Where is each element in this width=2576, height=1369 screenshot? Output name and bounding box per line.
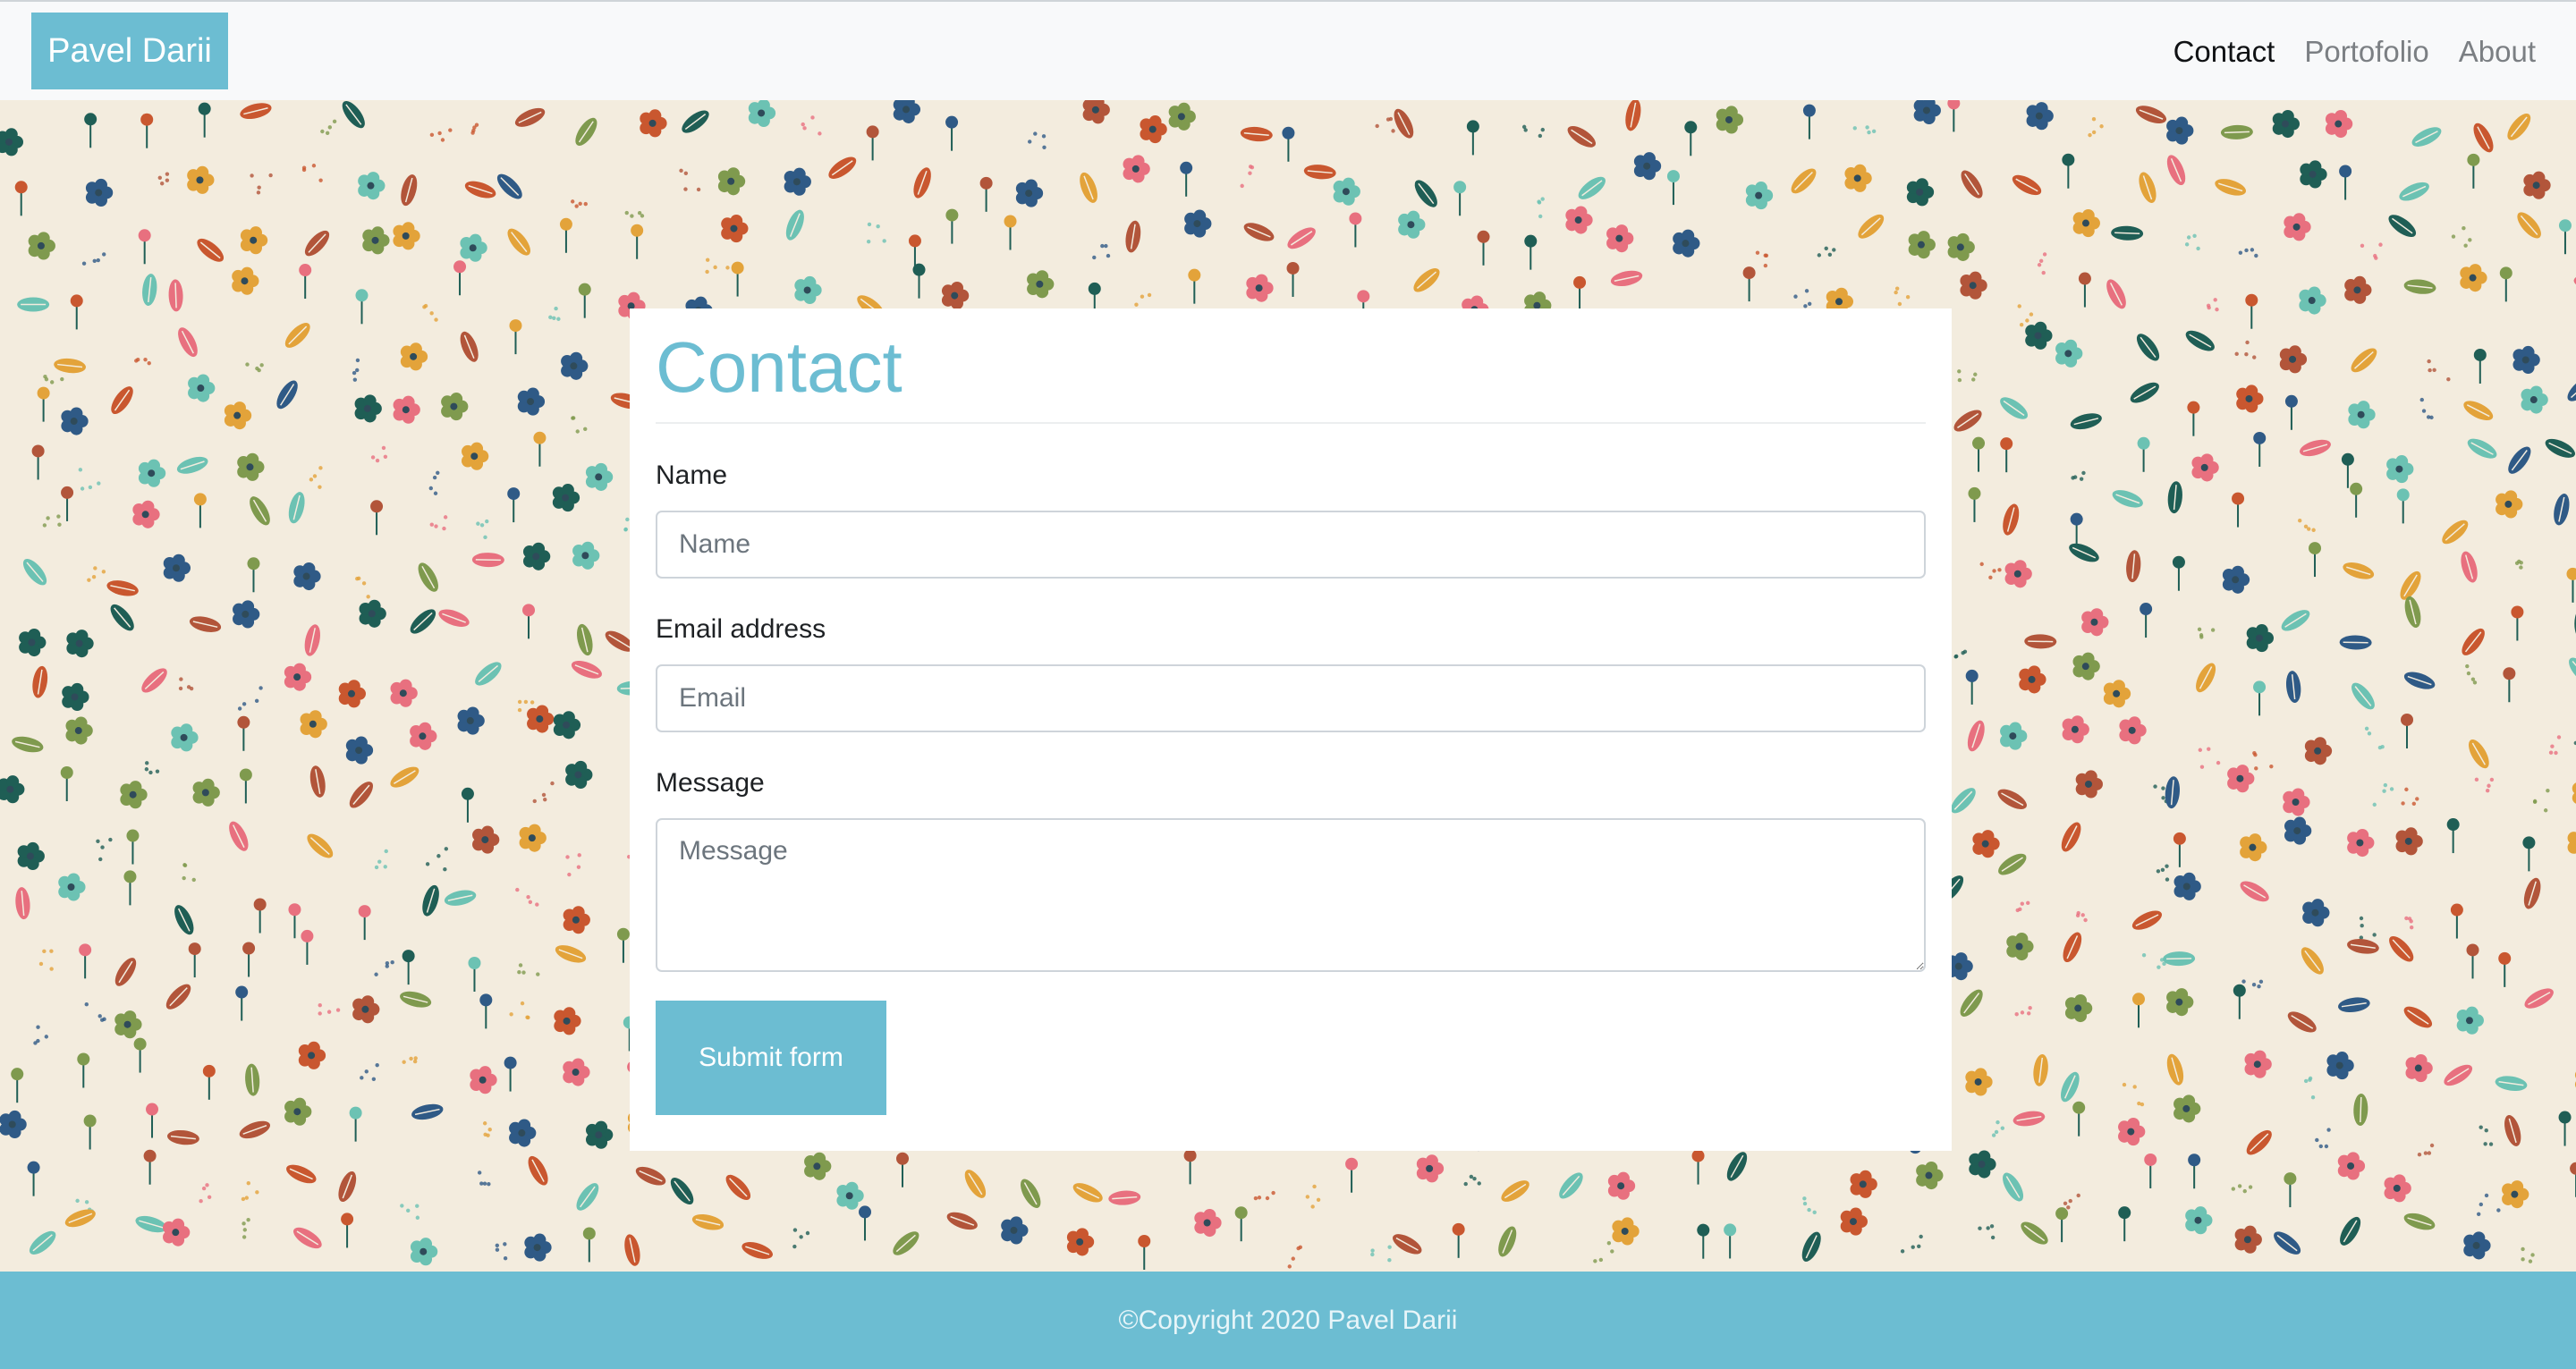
email-label: Email address — [656, 614, 826, 644]
copyright-text: ©Copyright 2020 Pavel Darii — [1118, 1305, 1458, 1335]
page-title: Contact — [656, 327, 902, 407]
email-input[interactable] — [656, 664, 1926, 732]
floral-background: Contact Name Email address Message Submi… — [0, 100, 2576, 1272]
name-label: Name — [656, 461, 728, 490]
nav-links: Contact Portofolio About — [2174, 2, 2536, 102]
message-textarea[interactable] — [656, 818, 1926, 972]
footer: ©Copyright 2020 Pavel Darii — [0, 1272, 2576, 1369]
contact-card: Contact Name Email address Message Submi… — [630, 308, 1952, 1151]
brand-logo[interactable]: Pavel Darii — [31, 13, 228, 89]
nav-link-portofolio[interactable]: Portofolio — [2304, 35, 2428, 69]
navbar: Pavel Darii Contact Portofolio About — [0, 0, 2576, 100]
nav-link-about[interactable]: About — [2459, 35, 2536, 69]
message-label: Message — [656, 768, 765, 798]
submit-button[interactable]: Submit form — [656, 1001, 886, 1115]
name-input[interactable] — [656, 511, 1926, 579]
title-divider — [656, 422, 1926, 424]
nav-link-contact[interactable]: Contact — [2174, 35, 2275, 69]
